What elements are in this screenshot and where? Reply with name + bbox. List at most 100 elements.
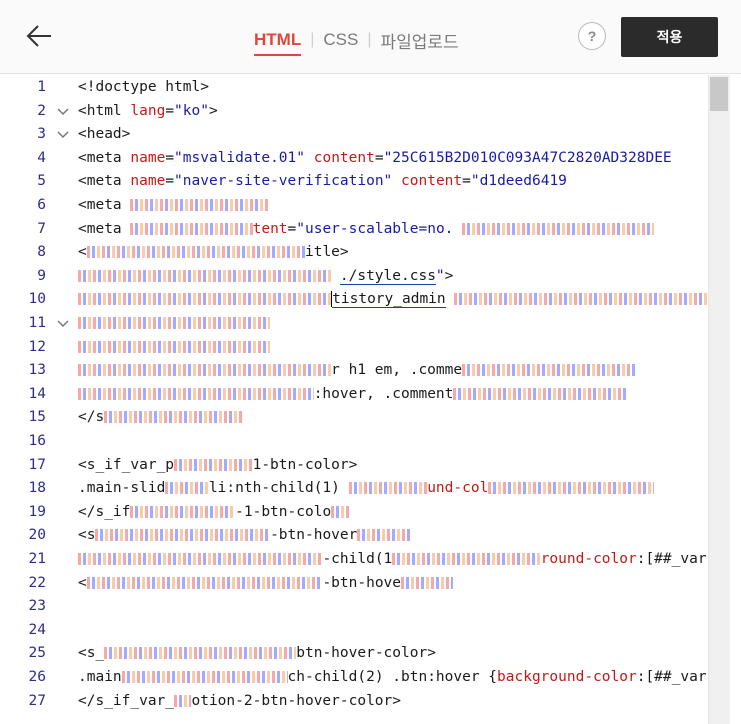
code-line[interactable]: r h1 em, .comme	[78, 359, 637, 382]
line-number: 12	[28, 338, 46, 355]
redacted-text	[348, 482, 428, 495]
code-token: <meta	[78, 173, 131, 190]
fold-chevron-icon[interactable]	[55, 127, 71, 143]
code-line[interactable]: <meta tent="user-scalable=no.	[78, 218, 655, 241]
line-number: 23	[28, 598, 46, 615]
code-token: und-col	[427, 480, 489, 497]
redacted-text	[104, 647, 297, 660]
code-token: <meta	[78, 149, 131, 166]
apply-button[interactable]: 적용	[621, 17, 718, 57]
code-token: "naver-site-verification"	[174, 173, 393, 190]
code-token: <s_if_var_p	[78, 456, 175, 473]
code-token: <meta	[78, 197, 131, 213]
code-token: "	[435, 267, 445, 284]
code-token: "msvalidate.01"	[174, 149, 305, 166]
code-token: <	[78, 244, 87, 261]
redacted-text	[401, 576, 454, 589]
code-token: =	[165, 102, 175, 119]
redacted-text	[130, 222, 253, 235]
help-icon: ?	[587, 28, 597, 44]
code-token: <!doctype html>	[78, 79, 209, 95]
line-number: 25	[28, 645, 46, 662]
code-token: ./style.css	[339, 267, 436, 285]
redacted-text	[86, 576, 323, 589]
code-line[interactable]: < itle>	[78, 241, 349, 264]
code-line[interactable]: tistory_admin	[78, 288, 708, 311]
help-button[interactable]: ?	[578, 22, 606, 50]
code-line[interactable]: <meta name="naver-site-verification" con…	[78, 170, 567, 193]
line-number: 8	[37, 244, 46, 261]
code-token: round-color	[540, 551, 637, 567]
code-area[interactable]: <!doctype html> <html lang="ko"> <head> <me…	[78, 75, 708, 724]
code-token: itle>	[304, 244, 349, 261]
editor-right-margin	[730, 75, 741, 724]
line-number: 2	[37, 102, 46, 119]
code-token: -btn-hove	[322, 574, 402, 591]
code-token: content	[401, 173, 463, 190]
code-token: :hover, .comment	[313, 385, 454, 402]
fold-chevron-icon[interactable]	[55, 104, 71, 120]
code-line[interactable]: <meta	[78, 194, 271, 217]
code-editor[interactable]: 1 2 3 4 5 6 7 8 9 10 11 12 13 14 15 16 17 18 19 20 21 22 23 24 2…	[0, 75, 741, 724]
line-number: 20	[28, 527, 46, 544]
code-token: ch-child(2) .btn:hover {	[287, 669, 498, 685]
line-number: 9	[37, 267, 46, 284]
code-token: <html	[78, 102, 131, 119]
redacted-text	[78, 553, 323, 565]
redacted-text	[174, 458, 253, 471]
code-line[interactable]: <html lang="ko">	[78, 100, 218, 123]
code-line[interactable]: </s_if -1-btn-colo	[78, 501, 349, 524]
code-line[interactable]: <!doctype html>	[78, 76, 209, 99]
code-line[interactable]: .main ch-child(2) .btn:hover {background-…	[78, 666, 707, 689]
redacted-text	[95, 529, 271, 542]
code-line[interactable]: .main-slid li:nth-child(1) und-col	[78, 477, 655, 500]
tab-html[interactable]: HTML	[254, 30, 302, 56]
code-token: btn-hover-color>	[296, 645, 436, 662]
scrollbar-thumb[interactable]	[710, 77, 728, 111]
code-token: r h1 em, .comme	[331, 362, 463, 379]
code-line[interactable]: ./style.css">	[78, 265, 453, 288]
line-number: 17	[28, 456, 46, 473]
line-number: 6	[37, 197, 46, 213]
code-token: "ko"	[174, 102, 209, 119]
tab-css[interactable]: CSS	[323, 30, 358, 50]
code-line[interactable]	[78, 336, 271, 359]
code-line[interactable]: < -btn-hove	[78, 572, 454, 595]
line-number: 22	[28, 574, 46, 591]
code-line[interactable]	[78, 312, 271, 335]
back-button[interactable]	[24, 20, 56, 52]
line-number: 5	[37, 173, 46, 190]
code-line[interactable]: <s -btn-hover	[78, 524, 410, 547]
code-token: tent	[252, 220, 288, 237]
code-line[interactable]: </s_if_var_ otion-2-btn-hover-color>	[78, 690, 401, 713]
code-line[interactable]: -child(1 round-color:[##_var	[78, 548, 707, 571]
line-number: 24	[28, 621, 46, 638]
code-token: -btn-hover	[270, 527, 358, 544]
code-line[interactable]: <s_if_var_p 1-btn-color>	[78, 454, 357, 477]
redacted-text	[78, 293, 332, 306]
code-line[interactable]: <head>	[78, 123, 130, 146]
code-token: </s_if	[78, 503, 131, 520]
redacted-text	[357, 529, 410, 542]
code-line[interactable]: <meta name="msvalidate.01" content="25C6…	[78, 147, 672, 170]
code-line[interactable]: </s	[78, 406, 244, 429]
code-token: tistory_admin	[332, 291, 446, 309]
vertical-scrollbar[interactable]	[708, 75, 731, 724]
tab-file-upload[interactable]: 파일업로드	[381, 28, 459, 53]
fold-chevron-icon[interactable]	[55, 316, 71, 332]
code-line[interactable]: <s_ btn-hover-color>	[78, 642, 436, 665]
code-token: .main-slid	[78, 480, 166, 497]
redacted-text	[453, 387, 628, 400]
code-token: "user-scalable=no.	[296, 220, 463, 237]
code-line[interactable]: :hover, .comment	[78, 383, 628, 406]
code-token: =	[374, 149, 384, 166]
line-number: 16	[28, 433, 46, 449]
redacted-text	[78, 387, 314, 400]
line-number: 14	[28, 385, 46, 402]
code-token: =	[165, 173, 175, 190]
redacted-text	[78, 340, 271, 353]
code-token: :[##_var	[636, 551, 707, 567]
code-token: li:nth-child(1)	[208, 480, 349, 497]
